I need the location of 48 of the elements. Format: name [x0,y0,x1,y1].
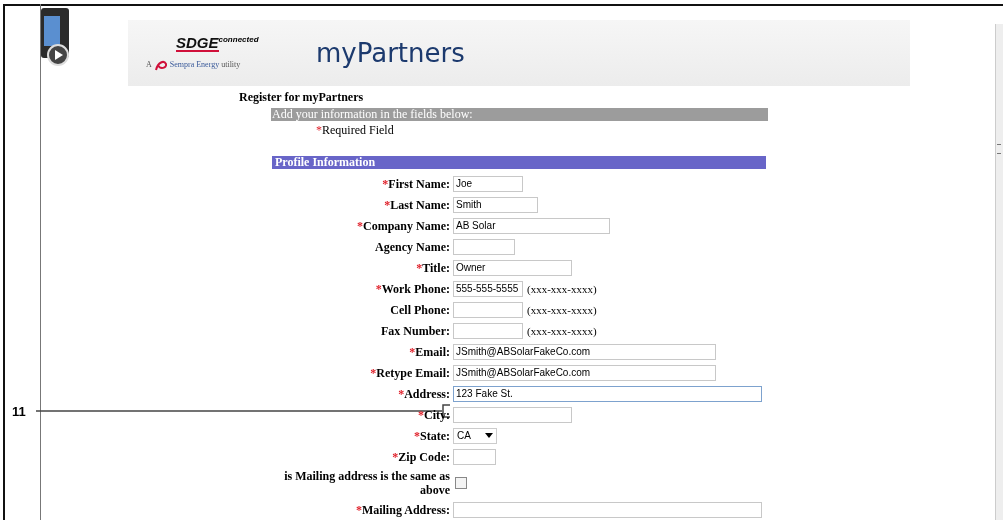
callout-number: 11 [12,404,26,419]
logo-company-name: Sempra Energy [169,60,220,69]
text-field[interactable] [453,501,762,518]
field-label: Cell Phone: [389,301,450,318]
required-field-note: *Required Field [316,123,395,138]
format-hint: (xxx-xxx-xxxx) [527,303,597,316]
field-label: *Zip Code: [391,448,450,465]
text-field[interactable] [453,322,523,339]
text-field[interactable] [453,406,572,423]
format-hint: (xxx-xxx-xxxx) [527,324,597,337]
logo-tagline: connected [218,34,259,44]
field-label: *Work Phone: [374,280,450,297]
field-label: Agency Name: [374,238,450,255]
field-label: *State: [413,427,450,444]
field-label: Fax Number: [380,322,450,339]
field-label: *First Name: [381,175,450,192]
caret-icon [485,433,493,438]
field-label: *Title: [415,259,450,276]
text-field[interactable]: JSmith@ABSolarFakeCo.com [453,343,716,360]
field-label: *Mailing Address: [354,501,450,518]
field-label: *Address: [397,385,450,402]
field-label: *Retype Email: [369,364,450,381]
scrollbar[interactable] [995,24,1003,520]
app-title: myPartners [316,38,465,68]
instructions-bar: Add your information in the fields below: [271,108,768,121]
section-header: Profile Information [272,156,766,169]
text-field[interactable]: AB Solar [453,217,610,234]
logo-text: A [146,60,152,69]
text-field[interactable]: Owner [453,259,572,276]
logo-text: utility [221,60,241,69]
field-label: is Mailing address is the same as above [283,469,450,497]
text-field[interactable]: JSmith@ABSolarFakeCo.com [453,364,716,381]
format-hint: (xxx-xxx-xxxx) [527,282,597,295]
video-play-icon[interactable] [41,8,71,66]
text-field[interactable]: Joe [453,175,523,192]
field-label: *Company Name: [356,217,450,234]
state-dropdown[interactable]: CA [453,427,497,444]
text-field[interactable]: 123 Fake St. [453,385,762,402]
field-label: *Last Name: [383,196,450,213]
text-field[interactable]: 555-555-5555 [453,280,523,297]
text-field[interactable] [453,238,515,255]
field-label: *Email: [408,343,450,360]
logo-wordmark: SDGE [176,34,219,52]
checkbox[interactable] [455,477,467,489]
text-field[interactable] [453,448,496,465]
text-field[interactable]: Smith [453,196,538,213]
page-title: Register for myPartners [239,90,365,105]
text-field[interactable] [453,301,523,318]
